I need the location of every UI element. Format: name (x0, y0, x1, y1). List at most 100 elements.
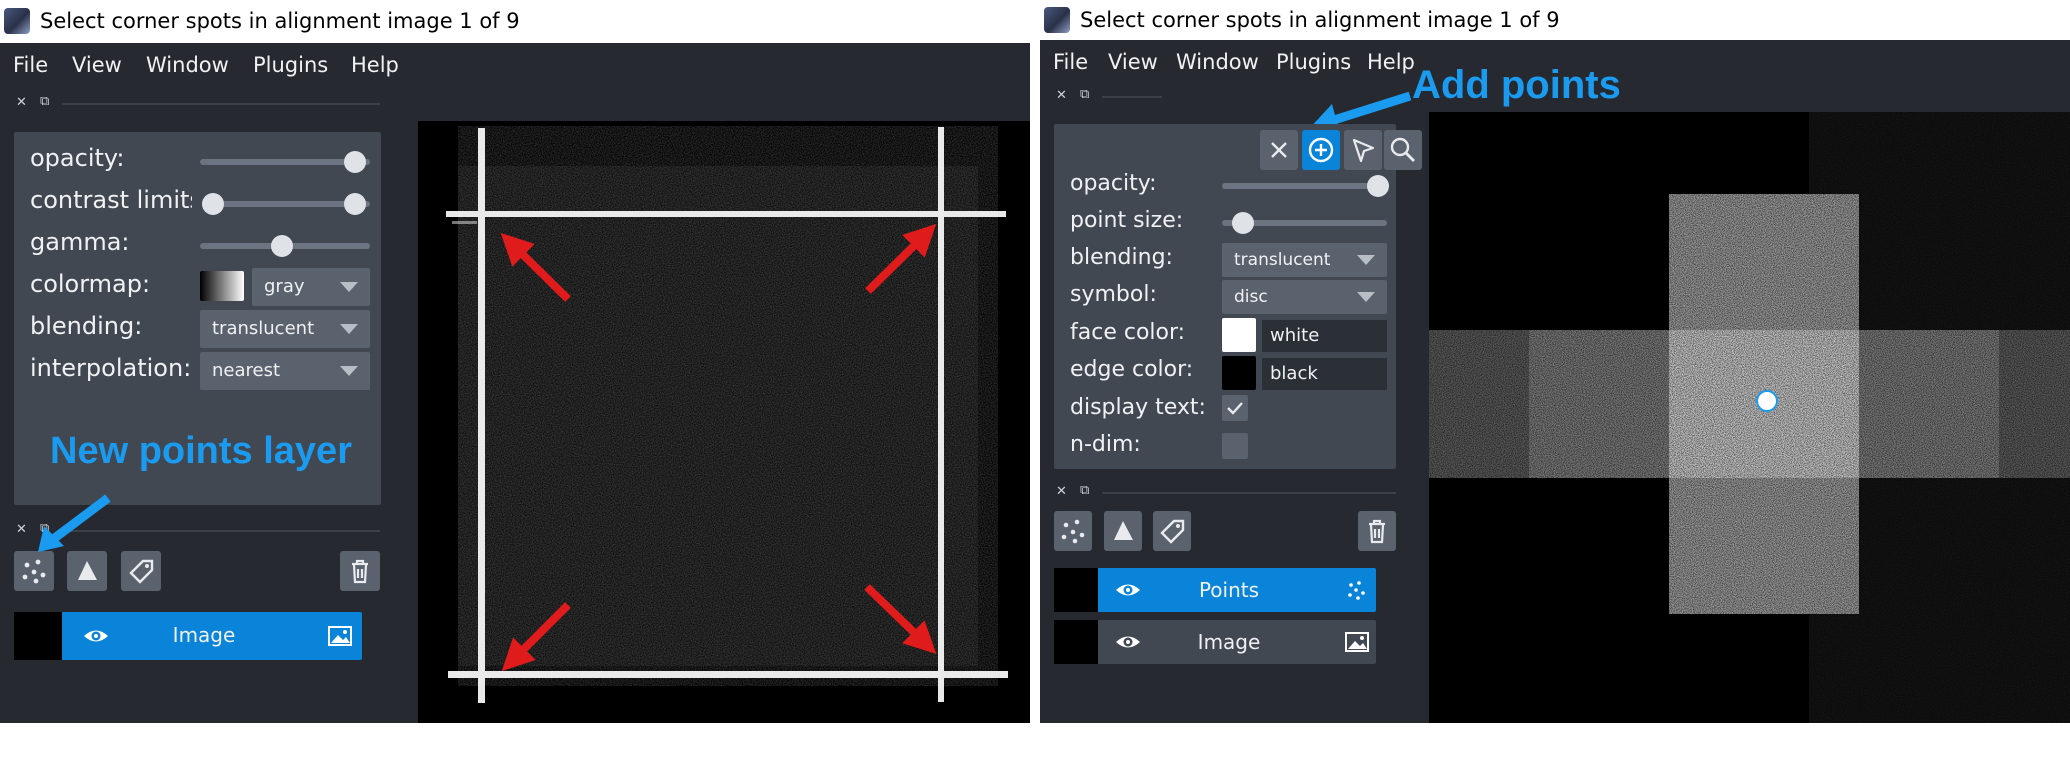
zoomed-spot-view (1429, 112, 2070, 723)
opacity-slider[interactable] (1222, 183, 1387, 189)
dock-close-icon[interactable]: ✕ (16, 95, 27, 110)
image-canvas[interactable] (1429, 112, 2070, 723)
menu-help[interactable]: Help (1367, 40, 1415, 84)
opacity-label: opacity: (30, 144, 125, 172)
blending-label: blending: (1070, 245, 1173, 270)
shapes-icon (1114, 521, 1133, 540)
delete-layer-button[interactable] (340, 551, 380, 591)
menu-window[interactable]: Window (1176, 40, 1259, 84)
dock-float-icon[interactable]: ⧉ (1080, 87, 1089, 102)
opacity-slider-handle[interactable] (344, 151, 366, 173)
dock-float-icon[interactable]: ⧉ (1080, 483, 1089, 498)
new-labels-layer-button[interactable] (121, 551, 161, 591)
new-points-layer-button[interactable] (1054, 511, 1092, 551)
dock-divider (62, 103, 380, 105)
contrast-max-handle[interactable] (344, 193, 366, 215)
added-point-marker (1756, 390, 1778, 412)
new-shapes-layer-button[interactable] (1104, 511, 1142, 551)
edge-color-field[interactable]: black (1262, 358, 1387, 390)
ndim-checkbox[interactable] (1222, 433, 1248, 459)
face-color-label: face color: (1070, 320, 1186, 345)
symbol-select[interactable]: disc (1222, 280, 1387, 314)
opacity-slider-handle[interactable] (1367, 175, 1389, 197)
label-tag-icon (129, 559, 154, 584)
alignment-image-view (418, 121, 1030, 723)
napari-app-icon (1044, 7, 1070, 33)
layer-row-image[interactable]: Image (14, 612, 362, 660)
select-points-button[interactable] (1344, 130, 1382, 170)
menu-view[interactable]: View (72, 43, 122, 87)
gamma-slider-handle[interactable] (271, 235, 293, 257)
chevron-down-icon (340, 282, 358, 292)
blending-value: translucent (1234, 250, 1331, 270)
colormap-value: gray (264, 276, 305, 297)
title-bar: Select corner spots in alignment image 1… (0, 0, 1030, 43)
menu-window[interactable]: Window (146, 43, 229, 87)
dock-float-icon[interactable]: ⧉ (40, 94, 49, 109)
dock-divider (1102, 492, 1396, 494)
blending-value: translucent (212, 318, 315, 339)
layer-row-image[interactable]: Image (1054, 620, 1376, 664)
add-circle-icon (1308, 137, 1334, 163)
deselect-button[interactable] (1260, 130, 1298, 170)
ndim-label: n-dim: (1070, 432, 1141, 457)
blending-select[interactable]: translucent (200, 310, 370, 348)
add-points-button[interactable] (1302, 130, 1340, 170)
checkmark-icon (1227, 402, 1243, 415)
annotation-add-points: Add points (1412, 63, 1621, 107)
menu-help[interactable]: Help (351, 43, 399, 87)
edge-color-swatch[interactable] (1222, 356, 1256, 390)
menu-file[interactable]: File (1053, 40, 1088, 84)
contrast-limits-label: contrast limits (30, 186, 192, 214)
blending-label: blending: (30, 312, 143, 340)
face-color-field[interactable]: white (1262, 320, 1387, 352)
window-title: Select corner spots in alignment image 1… (40, 9, 520, 33)
right-napari-window: Select corner spots in alignment image 1… (1040, 0, 2070, 723)
colormap-select[interactable]: gray (252, 268, 370, 306)
annotation-arrow-new-points (38, 494, 111, 552)
trash-icon (1369, 519, 1385, 544)
delete-layer-button[interactable] (1358, 511, 1396, 551)
napari-app-icon (4, 8, 30, 34)
interpolation-value: nearest (212, 360, 281, 381)
image-layer-icon (1345, 632, 1369, 652)
dock-close-icon[interactable]: ✕ (16, 522, 27, 537)
label-tag-icon (1160, 519, 1185, 544)
menu-file[interactable]: File (13, 43, 48, 87)
edge-color-label: edge color: (1070, 357, 1194, 382)
layer-name: Image (1197, 630, 1261, 654)
chevron-down-icon (340, 366, 358, 376)
eye-icon[interactable] (1114, 630, 1142, 654)
symbol-value: disc (1234, 287, 1268, 307)
image-canvas[interactable] (418, 121, 1030, 723)
display-text-checkbox[interactable] (1222, 395, 1248, 421)
layer-name: Image (172, 623, 236, 647)
trash-icon (352, 559, 368, 584)
layer-row-points[interactable]: Points (1054, 568, 1376, 612)
face-color-swatch[interactable] (1222, 318, 1256, 352)
menu-plugins[interactable]: Plugins (1276, 40, 1351, 84)
colormap-preview (200, 271, 244, 301)
chevron-down-icon (340, 324, 358, 334)
close-icon (1271, 142, 1287, 158)
points-icon (1061, 519, 1085, 544)
contrast-min-handle[interactable] (202, 193, 224, 215)
window-title: Select corner spots in alignment image 1… (1080, 8, 1560, 32)
cursor-arrow-icon (1352, 138, 1375, 163)
interpolation-select[interactable]: nearest (200, 352, 370, 390)
dock-divider (1102, 96, 1162, 98)
blending-select[interactable]: translucent (1222, 243, 1387, 277)
eye-icon[interactable] (1114, 578, 1142, 602)
layer-thumbnail (14, 612, 62, 660)
point-size-slider-handle[interactable] (1232, 212, 1254, 234)
menu-view[interactable]: View (1108, 40, 1158, 84)
pan-zoom-button[interactable] (1384, 130, 1422, 170)
eye-icon[interactable] (82, 624, 110, 648)
opacity-label: opacity: (1070, 171, 1157, 196)
points-controls-panel: opacity: point size: blending: transluce… (1054, 124, 1422, 469)
new-labels-layer-button[interactable] (1153, 511, 1191, 551)
menu-plugins[interactable]: Plugins (253, 43, 328, 87)
interpolation-label: interpolation: (30, 354, 192, 382)
dock-close-icon[interactable]: ✕ (1056, 484, 1067, 499)
dock-close-icon[interactable]: ✕ (1056, 88, 1067, 103)
